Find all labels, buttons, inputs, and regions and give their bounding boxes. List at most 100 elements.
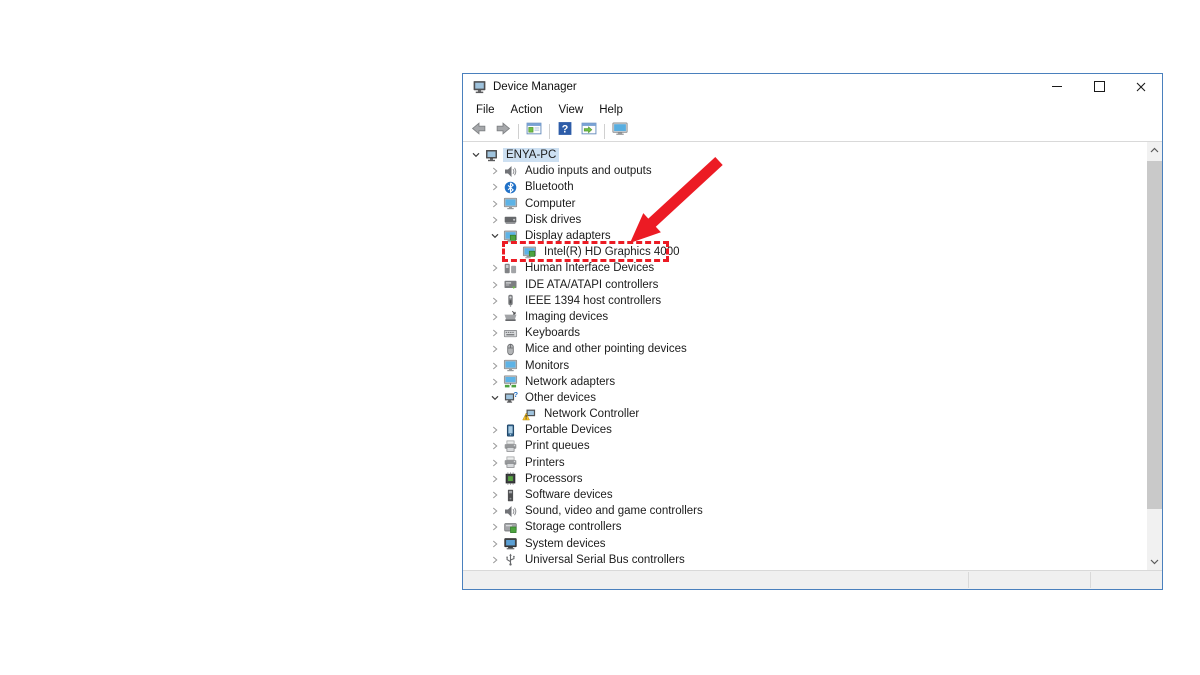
tree-item-ide-ata-atapi-controllers[interactable]: IDE ATA/ATAPI controllers (463, 277, 1147, 293)
tree-item-keyboards[interactable]: Keyboards (463, 325, 1147, 341)
chevron-collapsed-icon[interactable] (488, 278, 502, 292)
warning-device-icon (522, 408, 537, 421)
show-action-pane-button[interactable] (577, 122, 601, 141)
chevron-collapsed-icon[interactable] (488, 326, 502, 340)
tree-item-label: Portable Devices (522, 423, 615, 437)
chevron-collapsed-icon[interactable] (488, 213, 502, 227)
tree-item-mice-and-other-pointing-devices[interactable]: Mice and other pointing devices (463, 341, 1147, 357)
tree-item-software-devices[interactable]: Software devices (463, 487, 1147, 503)
chevron-collapsed-icon[interactable] (488, 197, 502, 211)
scroll-up-button[interactable] (1147, 142, 1162, 158)
tree-item-system-devices[interactable]: System devices (463, 536, 1147, 552)
chevron-spacer (507, 407, 521, 421)
tree-item-bluetooth[interactable]: Bluetooth (463, 179, 1147, 195)
tree-item-imaging-devices[interactable]: Imaging devices (463, 309, 1147, 325)
tree-item-other-devices[interactable]: ?Other devices (463, 390, 1147, 406)
ieee1394-icon (503, 294, 518, 307)
scan-hardware-changes-icon (612, 121, 628, 141)
show-console-tree-button[interactable] (522, 122, 546, 141)
tree-item-processors[interactable]: Processors (463, 471, 1147, 487)
close-button[interactable] (1120, 74, 1162, 99)
tree-item-network-controller[interactable]: Network Controller (463, 406, 1147, 422)
tree-item-enya-pc[interactable]: ENYA-PC (463, 147, 1147, 163)
portable-device-icon (503, 424, 518, 437)
chevron-collapsed-icon[interactable] (488, 342, 502, 356)
hid-icon (503, 262, 518, 275)
usb-icon (503, 553, 518, 566)
storage-controller-icon (503, 521, 518, 534)
chevron-expanded-icon[interactable] (469, 148, 483, 162)
chevron-collapsed-icon[interactable] (488, 488, 502, 502)
help-button[interactable]: ? (553, 122, 577, 141)
menu-bar: FileActionViewHelp (463, 99, 1162, 121)
tree-item-label: Computer (522, 197, 579, 211)
vertical-scrollbar[interactable] (1147, 142, 1162, 570)
tree-item-computer[interactable]: Computer (463, 196, 1147, 212)
tree-item-label: Imaging devices (522, 310, 611, 324)
window-title: Device Manager (493, 81, 577, 93)
help-icon: ? (557, 121, 573, 141)
tree-item-network-adapters[interactable]: Network adapters (463, 374, 1147, 390)
processor-icon (503, 472, 518, 485)
tree-item-printers[interactable]: Printers (463, 455, 1147, 471)
tree-item-label: Bluetooth (522, 180, 577, 194)
chevron-collapsed-icon[interactable] (488, 180, 502, 194)
tree-item-display-adapters[interactable]: Display adapters (463, 228, 1147, 244)
tree-item-ieee-1394-host-controllers[interactable]: IEEE 1394 host controllers (463, 293, 1147, 309)
chevron-collapsed-icon[interactable] (488, 423, 502, 437)
chevron-collapsed-icon[interactable] (488, 472, 502, 486)
tree-item-print-queues[interactable]: Print queues (463, 438, 1147, 454)
tree-item-storage-controllers[interactable]: Storage controllers (463, 519, 1147, 535)
tree-item-universal-serial-bus-controllers[interactable]: Universal Serial Bus controllers (463, 552, 1147, 568)
forward-arrow-button[interactable] (491, 122, 515, 141)
back-arrow-button[interactable] (467, 122, 491, 141)
chevron-collapsed-icon[interactable] (488, 261, 502, 275)
tree-item-sound-video-and-game-controllers[interactable]: Sound, video and game controllers (463, 503, 1147, 519)
menu-item-action[interactable]: Action (503, 101, 551, 119)
chevron-collapsed-icon[interactable] (488, 375, 502, 389)
chevron-down-icon (1150, 559, 1159, 565)
tree-item-label: Mice and other pointing devices (522, 342, 690, 356)
menu-item-view[interactable]: View (551, 101, 592, 119)
tree-item-label: IEEE 1394 host controllers (522, 294, 664, 308)
chevron-collapsed-icon[interactable] (488, 359, 502, 373)
tree-item-audio-inputs-and-outputs[interactable]: Audio inputs and outputs (463, 163, 1147, 179)
monitor-icon (503, 197, 518, 210)
tree-item-label: Software devices (522, 488, 616, 502)
minimize-button[interactable] (1036, 74, 1078, 99)
chevron-collapsed-icon[interactable] (488, 520, 502, 534)
chevron-expanded-icon[interactable] (488, 391, 502, 405)
tree-item-label: IDE ATA/ATAPI controllers (522, 278, 661, 292)
tree-item-human-interface-devices[interactable]: Human Interface Devices (463, 260, 1147, 276)
tree-item-label: Monitors (522, 359, 572, 373)
chevron-collapsed-icon[interactable] (488, 164, 502, 178)
menu-item-file[interactable]: File (468, 101, 503, 119)
svg-text:?: ? (562, 123, 569, 135)
window-controls (1036, 74, 1162, 99)
toolbar-separator (518, 124, 519, 139)
scan-hardware-changes-button[interactable] (608, 122, 632, 141)
chevron-collapsed-icon[interactable] (488, 553, 502, 567)
chevron-collapsed-icon[interactable] (488, 504, 502, 518)
scroll-down-button[interactable] (1147, 554, 1162, 570)
scrollbar-thumb[interactable] (1147, 161, 1162, 509)
chevron-collapsed-icon[interactable] (488, 294, 502, 308)
chevron-collapsed-icon[interactable] (488, 439, 502, 453)
tree-item-intel-r-hd-graphics-4000[interactable]: Intel(R) HD Graphics 4000 (463, 244, 1147, 260)
chevron-collapsed-icon[interactable] (488, 310, 502, 324)
show-action-pane-icon (581, 121, 597, 141)
printer-icon (503, 456, 518, 469)
device-manager-window: Device Manager FileActionViewHelp ? ENYA… (462, 73, 1163, 590)
tree-item-label: Disk drives (522, 213, 584, 227)
device-manager-icon (472, 80, 487, 94)
chevron-expanded-icon[interactable] (488, 229, 502, 243)
tree-item-label: Printers (522, 456, 568, 470)
chevron-collapsed-icon[interactable] (488, 456, 502, 470)
tree-item-disk-drives[interactable]: Disk drives (463, 212, 1147, 228)
menu-item-help[interactable]: Help (591, 101, 631, 119)
audio-icon (503, 505, 518, 518)
tree-item-monitors[interactable]: Monitors (463, 357, 1147, 373)
chevron-collapsed-icon[interactable] (488, 537, 502, 551)
maximize-button[interactable] (1078, 74, 1120, 99)
tree-item-portable-devices[interactable]: Portable Devices (463, 422, 1147, 438)
